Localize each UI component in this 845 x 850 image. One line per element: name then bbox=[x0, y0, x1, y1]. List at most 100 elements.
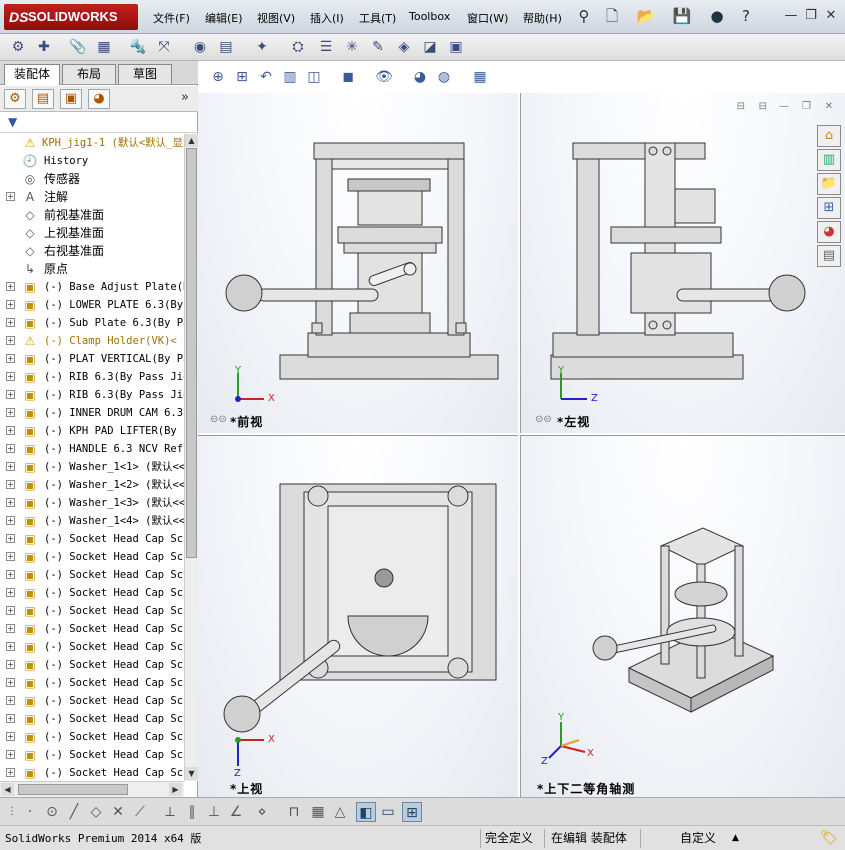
instant3d-icon[interactable]: ▣ bbox=[446, 37, 466, 57]
vertical-scroll-thumb[interactable] bbox=[186, 148, 197, 558]
tree-root-assembly[interactable]: ⚠ KPH_jig1-1 (默认<默认_显 bbox=[0, 134, 184, 152]
shaded-display-icon[interactable]: ◧ bbox=[356, 802, 376, 822]
expand-toggle-icon[interactable]: + bbox=[6, 426, 15, 435]
menu-help[interactable]: 帮助(H) bbox=[523, 10, 562, 26]
configurationmanager-icon[interactable]: ▣ bbox=[60, 89, 82, 109]
length-icon[interactable]: ⊓ bbox=[284, 802, 304, 822]
viewport-front[interactable]: ⊝⊝ Y X *前视 bbox=[198, 93, 518, 433]
tree-item[interactable]: + ▣ (-) Socket Head Cap Scr bbox=[0, 530, 184, 548]
tree-item[interactable]: + ▣ (-) KPH PAD LIFTER(By P bbox=[0, 422, 184, 440]
link-views-icon[interactable]: ⊝⊝ bbox=[535, 414, 552, 425]
view-settings-icon[interactable]: ▦ bbox=[470, 67, 490, 87]
tree-item[interactable]: ◎ 传感器 bbox=[0, 170, 184, 188]
single-view-icon[interactable]: ▭ bbox=[378, 802, 398, 822]
expand-toggle-icon[interactable]: + bbox=[6, 516, 15, 525]
expand-toggle-icon[interactable]: + bbox=[6, 192, 15, 201]
expand-toggle-icon[interactable]: + bbox=[6, 624, 15, 633]
tree-item[interactable]: + ▣ (-) Socket Head Cap Scr bbox=[0, 548, 184, 566]
expand-toggle-icon[interactable]: + bbox=[6, 444, 15, 453]
tab-assembly[interactable]: 装配体 bbox=[4, 64, 60, 85]
expand-toggle-icon[interactable]: + bbox=[6, 372, 15, 381]
expand-toggle-icon[interactable]: + bbox=[6, 750, 15, 759]
tree-item[interactable]: + ▣ (-) Washer_1<4> (默认<< bbox=[0, 512, 184, 530]
viewport-close-icon[interactable]: ✕ bbox=[825, 101, 833, 112]
interference-detection-icon[interactable]: ◈ bbox=[394, 37, 414, 57]
expand-toggle-icon[interactable]: + bbox=[6, 462, 15, 471]
tree-item[interactable]: + ▣ (-) Socket Head Cap Scr bbox=[0, 764, 184, 781]
mate-icon[interactable]: 📎 bbox=[68, 37, 88, 57]
menu-file[interactable]: 文件(F) bbox=[153, 10, 190, 26]
tree-item[interactable]: + ▣ (-) INNER DRUM CAM 6.3 bbox=[0, 404, 184, 422]
horizontal-icon[interactable]: ⊥ bbox=[204, 802, 224, 822]
expand-toggle-icon[interactable]: + bbox=[6, 660, 15, 669]
rebuild-traffic-light-icon[interactable]: ● bbox=[707, 6, 727, 26]
expand-toggle-icon[interactable]: + bbox=[6, 282, 15, 291]
appearances-scenes-icon[interactable]: ◕ bbox=[817, 221, 841, 243]
tree-horizontal-scrollbar[interactable]: ◀ ▶ bbox=[0, 781, 184, 797]
display-style-icon[interactable]: ◼ bbox=[338, 67, 358, 87]
link-views-icon[interactable]: ⊝⊝ bbox=[210, 414, 227, 425]
clearance-verification-icon[interactable]: ◪ bbox=[420, 37, 440, 57]
viewport-restore-icon[interactable]: ❐ bbox=[802, 101, 811, 112]
exploded-view-icon[interactable]: ✳ bbox=[342, 37, 362, 57]
help-icon[interactable]: ? bbox=[736, 6, 756, 26]
expand-toggle-icon[interactable]: + bbox=[6, 336, 15, 345]
tree-item[interactable]: + ▣ (-) Socket Head Cap Scr bbox=[0, 692, 184, 710]
view-palette-icon[interactable]: ⊞ bbox=[817, 197, 841, 219]
solidworks-resources-icon[interactable]: ⌂ bbox=[817, 125, 841, 147]
expand-toggle-icon[interactable]: + bbox=[6, 768, 15, 777]
tree-filter-bar[interactable]: ▼ bbox=[0, 113, 198, 133]
tree-item[interactable]: + ▣ (-) Sub Plate 6.3(By Pa bbox=[0, 314, 184, 332]
reference-geometry-icon[interactable]: ✦ bbox=[252, 37, 272, 57]
previous-view-icon[interactable]: ↶ bbox=[256, 67, 276, 87]
tree-item[interactable]: + ▣ (-) Washer_1<3> (默认<< bbox=[0, 494, 184, 512]
design-library-icon[interactable]: ▥ bbox=[817, 149, 841, 171]
expand-toggle-icon[interactable]: + bbox=[6, 318, 15, 327]
tree-item[interactable]: + ▣ (-) Socket Head Cap Scr bbox=[0, 728, 184, 746]
solidworks-logo[interactable]: DS SOLIDWORKS bbox=[4, 4, 138, 30]
polygon-icon[interactable]: ◇ bbox=[86, 802, 106, 822]
tree-vertical-scrollbar[interactable]: ▲ ▼ bbox=[184, 134, 198, 781]
expand-toggle-icon[interactable]: + bbox=[6, 642, 15, 651]
perpendicular-icon[interactable]: ⟂ bbox=[160, 802, 180, 822]
pin-menu-icon[interactable]: ⚲ bbox=[574, 6, 594, 26]
restore-icon[interactable]: ❐ bbox=[804, 9, 818, 23]
tree-item[interactable]: + ▣ (-) Socket Head Cap Scr bbox=[0, 674, 184, 692]
expand-toggle-icon[interactable]: + bbox=[6, 300, 15, 309]
custom-properties-icon[interactable]: ▤ bbox=[817, 245, 841, 267]
menu-tools[interactable]: 工具(T) bbox=[359, 10, 396, 26]
filter-icon[interactable]: ▼ bbox=[8, 115, 17, 129]
tree-item[interactable]: + ▣ (-) PLAT VERTICAL(By Pa bbox=[0, 350, 184, 368]
expand-toggle-icon[interactable]: + bbox=[6, 714, 15, 723]
tag-icon[interactable]: 🏷 bbox=[820, 830, 838, 847]
angle-snap-icon[interactable]: △ bbox=[330, 802, 350, 822]
tree-item[interactable]: + A 注解 bbox=[0, 188, 184, 206]
move-component-icon[interactable]: ⤧ bbox=[154, 37, 174, 57]
viewport-isometric[interactable]: Y X Z *上下二等角轴测 bbox=[520, 435, 845, 797]
assembly-icon[interactable]: ⚙ bbox=[8, 37, 28, 57]
scroll-left-arrow-icon[interactable]: ◀ bbox=[1, 783, 14, 796]
new-document-icon[interactable]: 🗋 bbox=[602, 6, 622, 26]
graphics-area[interactable]: ⊕ ⊞ ↶ ▥ ◫ ◼ 👁 ◕ ◍ ▦ ⊝⊝ Y X *前视 ⊟ ⊟ — ❐ ✕… bbox=[198, 61, 845, 797]
tree-item[interactable]: + ▣ (-) Washer_1<1> (默认<< bbox=[0, 458, 184, 476]
tree-item[interactable]: + ▣ (-) LOWER PLATE 6.3(By bbox=[0, 296, 184, 314]
tree-item[interactable]: + ⚠ (-) Clamp Holder(VK)< bbox=[0, 332, 184, 350]
zoom-to-area-icon[interactable]: ⊞ bbox=[232, 67, 252, 87]
expand-toggle-icon[interactable]: + bbox=[6, 354, 15, 363]
tab-sketch[interactable]: 草图 bbox=[118, 64, 172, 84]
vertical-icon[interactable]: ⋄ bbox=[252, 802, 272, 822]
horizontal-scroll-thumb[interactable] bbox=[18, 784, 128, 795]
menu-edit[interactable]: 编辑(E) bbox=[205, 10, 243, 26]
viewport-left[interactable]: ⊟ ⊟ — ❐ ✕ ⊝⊝ Y Z *左视 bbox=[520, 93, 845, 433]
intersection-icon[interactable]: ✕ bbox=[108, 802, 128, 822]
open-file-icon[interactable]: 📂 bbox=[636, 6, 656, 26]
expand-toggle-icon[interactable]: + bbox=[6, 552, 15, 561]
grid-icon[interactable]: ▦ bbox=[308, 802, 328, 822]
expand-toggle-icon[interactable]: + bbox=[6, 588, 15, 597]
expand-toggle-icon[interactable]: + bbox=[6, 498, 15, 507]
expand-toggle-icon[interactable]: + bbox=[6, 408, 15, 417]
smart-fasteners-icon[interactable]: 🔩 bbox=[128, 37, 148, 57]
four-view-icon[interactable]: ⊞ bbox=[402, 802, 422, 822]
tree-item[interactable]: + ▣ (-) Socket Head Cap Scr bbox=[0, 620, 184, 638]
tangent-icon[interactable]: ⟋ bbox=[130, 802, 150, 822]
